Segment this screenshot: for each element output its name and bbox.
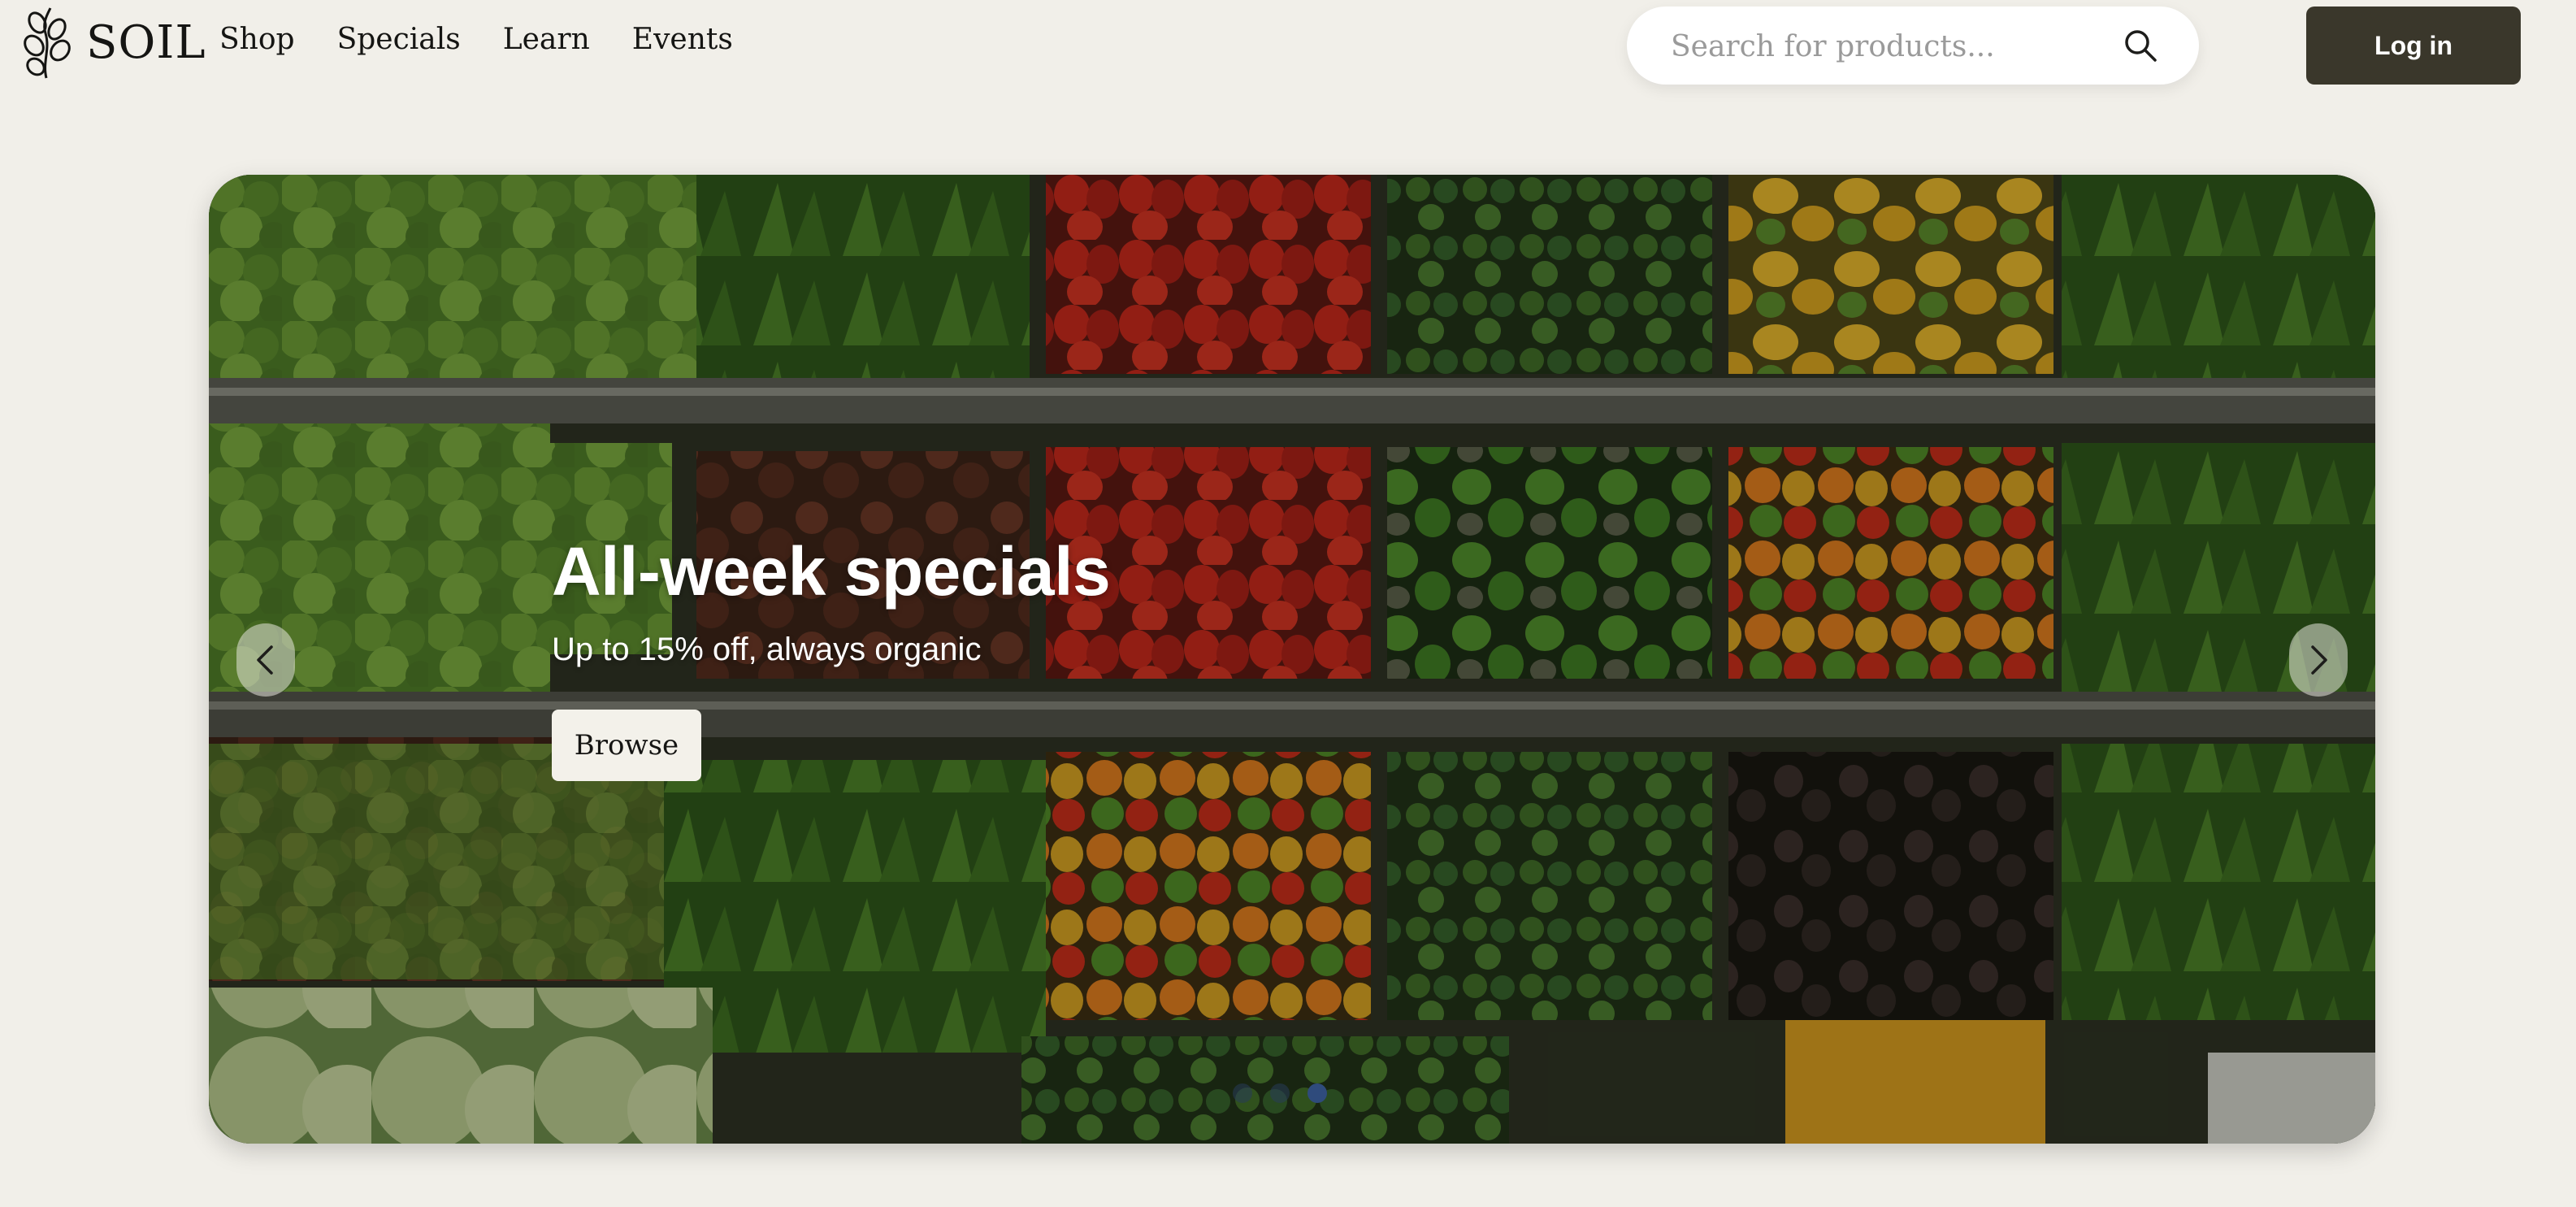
leaf-vine-icon — [24, 7, 71, 79]
carousel-prev-button[interactable] — [236, 623, 295, 697]
carousel-indicators — [1233, 1083, 1327, 1103]
carousel-next-button[interactable] — [2289, 623, 2348, 697]
browse-button[interactable]: Browse — [552, 710, 701, 781]
carousel-dot[interactable] — [1270, 1083, 1290, 1103]
hero-subtitle: Up to 15% off, always organic — [552, 632, 982, 667]
search-input[interactable] — [1669, 7, 2111, 86]
hero-title: All-week specials — [552, 533, 1111, 610]
search-box — [1627, 7, 2199, 86]
nav-shop[interactable]: Shop — [219, 23, 295, 56]
logo[interactable]: SOIL — [18, 5, 206, 80]
nav-learn[interactable]: Learn — [503, 23, 590, 56]
nav-events[interactable]: Events — [632, 23, 733, 56]
chevron-right-icon — [2311, 645, 2327, 675]
hero-carousel: All-week specials Up to 15% off, always … — [209, 175, 2375, 1144]
carousel-dot-active[interactable] — [1308, 1083, 1327, 1103]
search-icon[interactable] — [2123, 28, 2158, 63]
main-nav: Shop Specials Learn Events — [219, 23, 733, 56]
logo-text: SOIL — [86, 15, 206, 69]
login-button[interactable]: Log in — [2306, 7, 2521, 85]
chevron-left-icon — [257, 645, 273, 675]
site-header: SOIL Shop Specials Learn Events Log in — [0, 0, 2576, 91]
hero-overlay — [209, 175, 2375, 1144]
nav-specials[interactable]: Specials — [337, 23, 461, 56]
carousel-dot[interactable] — [1233, 1083, 1252, 1103]
